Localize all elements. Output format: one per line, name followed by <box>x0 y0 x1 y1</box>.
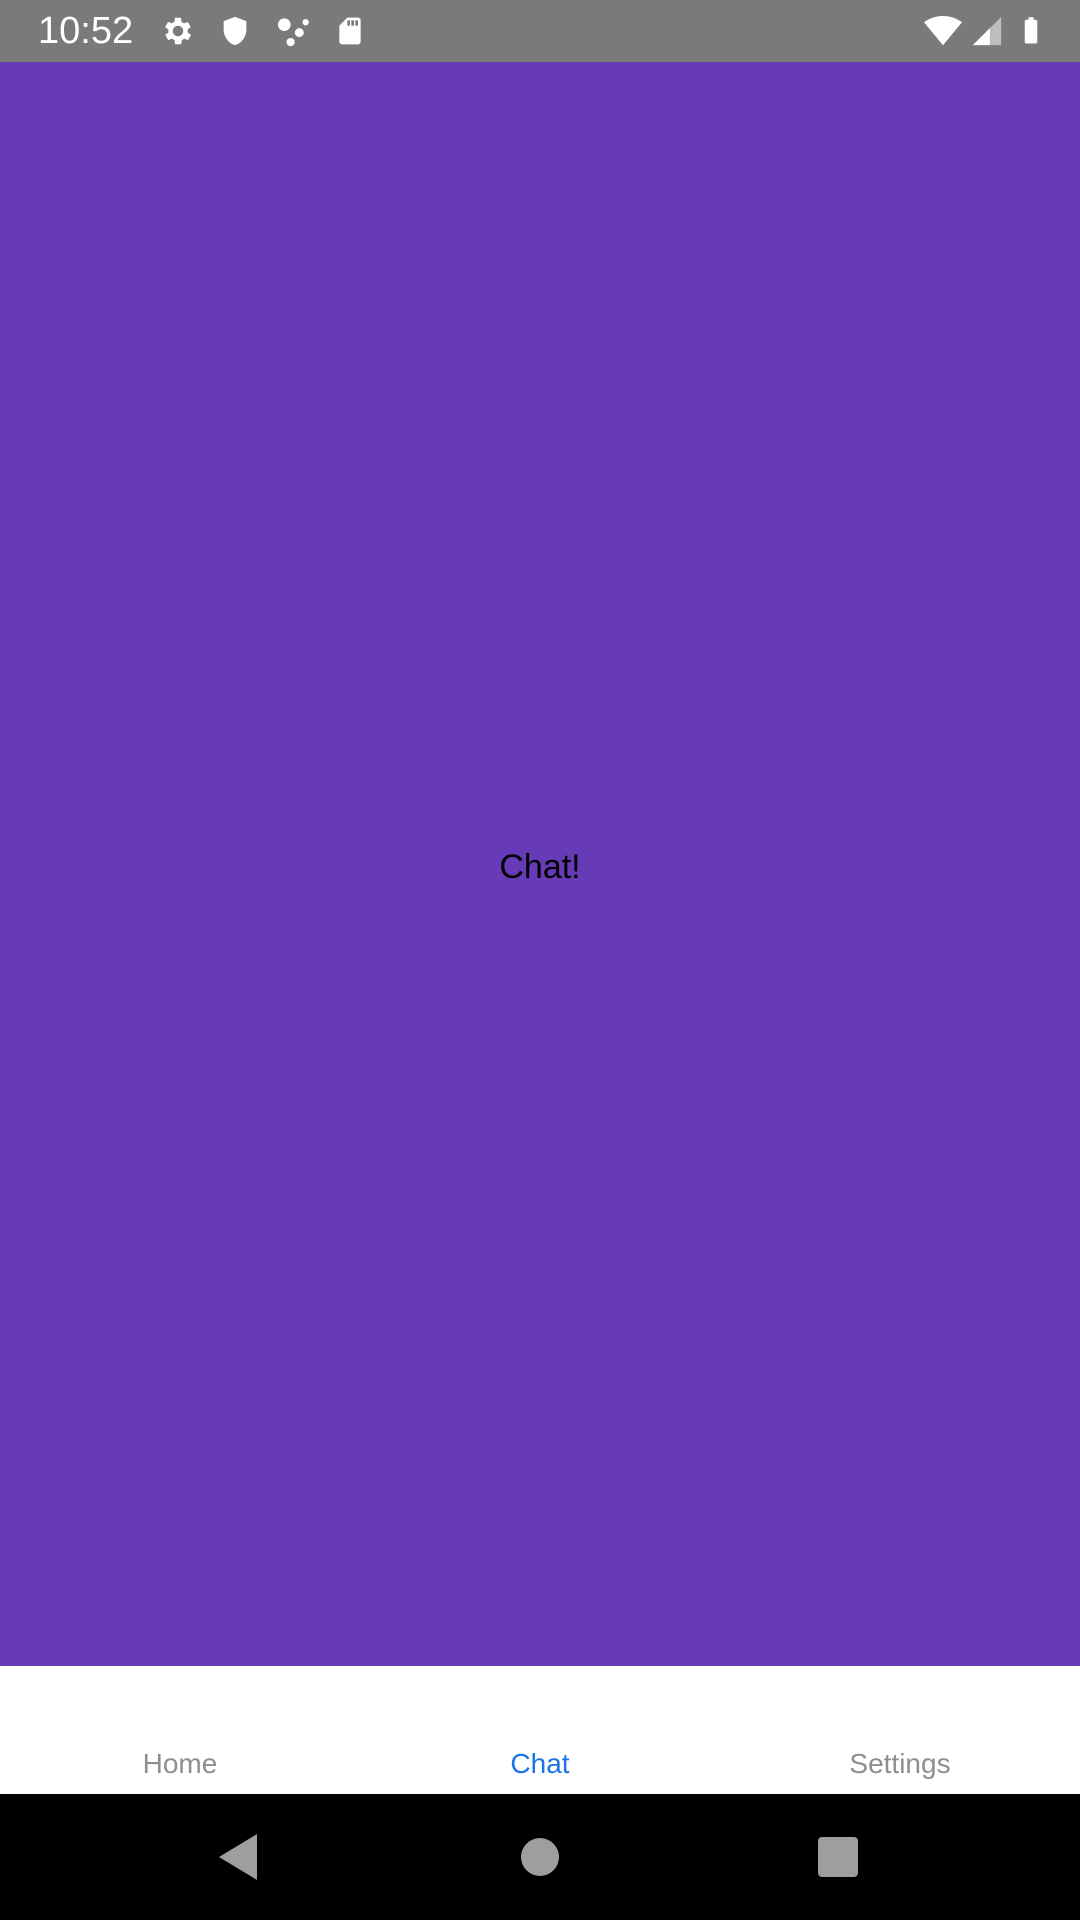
gear-icon <box>165 17 192 45</box>
shield-icon <box>223 16 247 46</box>
tab-chat[interactable]: Chat <box>360 1666 720 1794</box>
phone-screen: 10:52 Chat! Home Chat Settings <box>0 0 1080 1920</box>
signal-icon <box>972 16 1002 46</box>
tab-home-label: Home <box>142 1748 218 1779</box>
battery-icon <box>1024 17 1038 44</box>
bottom-tab-bar: Home Chat Settings <box>0 1666 1080 1794</box>
tab-home[interactable]: Home <box>0 1666 360 1794</box>
tab-chat-label: Chat <box>510 1748 570 1779</box>
recents-icon[interactable] <box>805 1824 871 1890</box>
status-time: 10:52 <box>38 10 134 52</box>
back-icon[interactable] <box>205 1824 271 1890</box>
tab-settings-label: Settings <box>849 1748 951 1779</box>
sd-card-icon <box>339 17 361 45</box>
navigation-bar <box>0 1794 1080 1920</box>
screen-title: Chat! <box>499 847 581 886</box>
tab-settings[interactable]: Settings <box>720 1666 1080 1794</box>
home-icon[interactable] <box>507 1824 573 1890</box>
wifi-icon <box>924 15 962 46</box>
status-bar: 10:52 <box>0 0 1080 62</box>
assistant-dots-icon <box>277 18 309 47</box>
chat-screen-content: Chat! <box>0 62 1080 1666</box>
